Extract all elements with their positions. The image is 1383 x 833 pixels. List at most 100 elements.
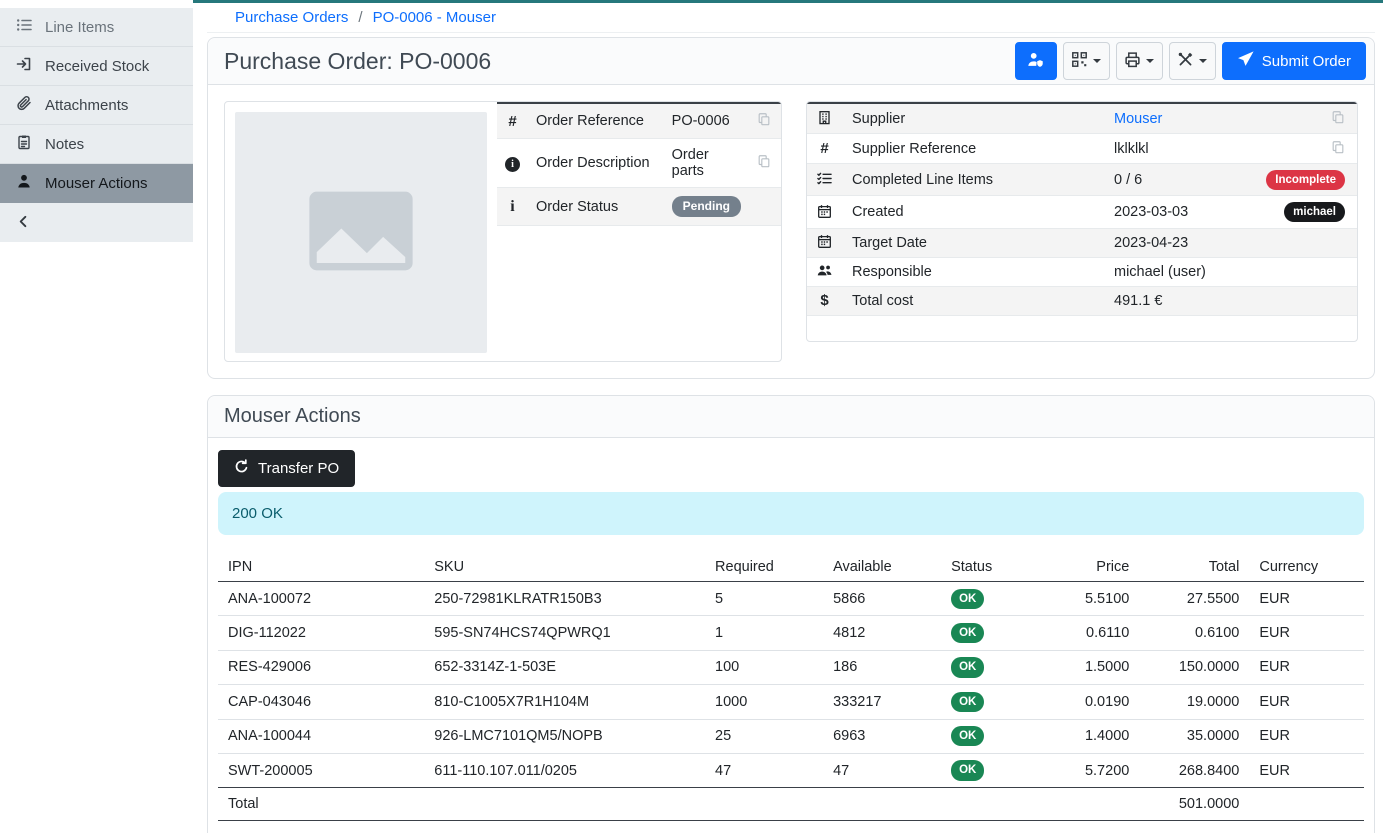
cell-total: 19.0000 xyxy=(1139,685,1249,719)
col-ipn: IPN xyxy=(218,551,424,582)
user-shield-icon xyxy=(1027,51,1044,72)
copy-icon[interactable] xyxy=(1331,140,1345,158)
created-label: Created xyxy=(842,196,1104,228)
table-row: DIG-112022 595-SN74HCS74QPWRQ1 1 4812 OK… xyxy=(218,616,1364,650)
sidebar-item-notes[interactable]: Notes xyxy=(0,125,193,164)
table-row: i Order Description Order parts xyxy=(497,139,781,188)
cell-price: 5.7200 xyxy=(1044,753,1139,787)
supplier-reference-value: lklklkl xyxy=(1104,134,1253,164)
transfer-po-button[interactable]: Transfer PO xyxy=(218,450,355,487)
table-row: RES-429006 652-3314Z-1-503E 100 186 OK 1… xyxy=(218,650,1364,684)
col-sku: SKU xyxy=(424,551,705,582)
order-actions-dropdown[interactable] xyxy=(1169,42,1216,80)
cell-sku: 611-110.107.011/0205 xyxy=(424,753,705,787)
order-image-placeholder xyxy=(235,112,487,353)
supplier-link[interactable]: Mouser xyxy=(1114,111,1162,127)
barcode-actions-dropdown[interactable] xyxy=(1063,42,1110,80)
sign-in-icon xyxy=(16,56,32,76)
cell-required: 1000 xyxy=(705,685,823,719)
supplier-label: Supplier xyxy=(842,103,1104,134)
cell-currency: EUR xyxy=(1249,650,1364,684)
rotate-icon xyxy=(234,459,249,478)
calendar-icon xyxy=(817,235,832,251)
cell-total: 268.8400 xyxy=(1139,753,1249,787)
sidebar-item-label: Mouser Actions xyxy=(45,175,148,192)
sidebar-collapse-button[interactable] xyxy=(0,203,193,242)
qr-code-icon xyxy=(1071,51,1088,72)
sidebar-item-mouser-actions[interactable]: Mouser Actions xyxy=(0,164,193,203)
target-date-value: 2023-04-23 xyxy=(1104,228,1253,257)
user-shield-button[interactable] xyxy=(1015,42,1057,80)
cell-price: 1.4000 xyxy=(1044,719,1139,753)
incomplete-badge: Incomplete xyxy=(1266,170,1345,190)
footer-total-value: 501.0000 xyxy=(1139,788,1249,821)
table-row: # Supplier Reference lklklkl xyxy=(807,134,1357,164)
status-alert: 200 OK xyxy=(218,492,1364,535)
breadcrumb-current-order[interactable]: PO-0006 - Mouser xyxy=(373,9,496,26)
table-row: Target Date 2023-04-23 xyxy=(807,228,1357,257)
mouser-actions-title: Mouser Actions xyxy=(224,405,1358,428)
purchase-order-panel: Purchase Order: PO-0006 xyxy=(207,37,1375,379)
sidebar-item-label: Attachments xyxy=(45,97,128,114)
breadcrumb-purchase-orders[interactable]: Purchase Orders xyxy=(235,9,348,26)
cell-currency: EUR xyxy=(1249,719,1364,753)
submit-order-button[interactable]: Submit Order xyxy=(1222,42,1366,80)
copy-icon[interactable] xyxy=(757,112,771,130)
cell-currency: EUR xyxy=(1249,582,1364,616)
order-description-value: Order parts xyxy=(664,139,749,188)
table-row: CAP-043046 810-C1005X7R1H104M 1000 33321… xyxy=(218,685,1364,719)
cell-required: 47 xyxy=(705,753,823,787)
cell-total: 150.0000 xyxy=(1139,650,1249,684)
breadcrumb-separator: / xyxy=(358,9,362,26)
ok-badge: OK xyxy=(951,589,984,609)
mouser-actions-body: Transfer PO 200 OK IPN SKU Required Avai… xyxy=(208,438,1374,833)
print-actions-dropdown[interactable] xyxy=(1116,42,1163,80)
copy-icon[interactable] xyxy=(757,154,771,172)
target-date-label: Target Date xyxy=(842,228,1104,257)
order-status-label: Order Status xyxy=(528,188,664,226)
list-icon xyxy=(16,17,32,37)
info-circle-icon: i xyxy=(505,157,520,172)
sidebar-item-label: Line Items xyxy=(45,19,114,36)
printer-icon xyxy=(1124,51,1141,72)
cell-available: 6963 xyxy=(823,719,941,753)
cell-sku: 652-3314Z-1-503E xyxy=(424,650,705,684)
line-items-table: IPN SKU Required Available Status Price … xyxy=(218,551,1364,821)
cell-currency: EUR xyxy=(1249,616,1364,650)
ok-badge: OK xyxy=(951,760,984,780)
hash-icon: # xyxy=(508,113,516,130)
cell-price: 5.5100 xyxy=(1044,582,1139,616)
cell-total: 27.5500 xyxy=(1139,582,1249,616)
completed-line-items-label: Completed Line Items xyxy=(842,164,1104,196)
chevron-down-icon xyxy=(1093,59,1101,63)
table-row: i Order Status Pending xyxy=(497,188,781,226)
order-details-section: # Order Reference PO-0006 xyxy=(208,85,1374,378)
supplier-reference-label: Supplier Reference xyxy=(842,134,1104,164)
supplier-details-card: Supplier Mouser xyxy=(806,101,1358,342)
order-details-table-wrap: # Order Reference PO-0006 xyxy=(497,102,781,361)
col-currency: Currency xyxy=(1249,551,1364,582)
calendar-icon xyxy=(817,205,832,221)
cell-total: 0.6100 xyxy=(1139,616,1249,650)
sidebar-item-line-items[interactable]: Line Items xyxy=(0,8,193,47)
cell-available: 47 xyxy=(823,753,941,787)
ok-badge: OK xyxy=(951,623,984,643)
cell-required: 25 xyxy=(705,719,823,753)
table-row: Created 2023-03-03 michael xyxy=(807,196,1357,228)
cell-currency: EUR xyxy=(1249,753,1364,787)
table-row: ANA-100072 250-72981KLRATR150B3 5 5866 O… xyxy=(218,582,1364,616)
page-title: Purchase Order: PO-0006 xyxy=(224,48,491,75)
cell-price: 1.5000 xyxy=(1044,650,1139,684)
sidebar-item-attachments[interactable]: Attachments xyxy=(0,86,193,125)
table-row: # Order Reference PO-0006 xyxy=(497,103,781,139)
copy-icon[interactable] xyxy=(1331,110,1345,128)
cell-sku: 926-LMC7101QM5/NOPB xyxy=(424,719,705,753)
table-row: Completed Line Items 0 / 6 Incomplete xyxy=(807,164,1357,196)
created-value: 2023-03-03 xyxy=(1104,196,1253,228)
order-details-card: # Order Reference PO-0006 xyxy=(224,101,782,362)
total-cost-label: Total cost xyxy=(842,286,1104,315)
ok-badge: OK xyxy=(951,657,984,677)
cell-price: 0.6110 xyxy=(1044,616,1139,650)
purchase-order-header: Purchase Order: PO-0006 xyxy=(208,38,1374,85)
sidebar-item-received-stock[interactable]: Received Stock xyxy=(0,47,193,86)
